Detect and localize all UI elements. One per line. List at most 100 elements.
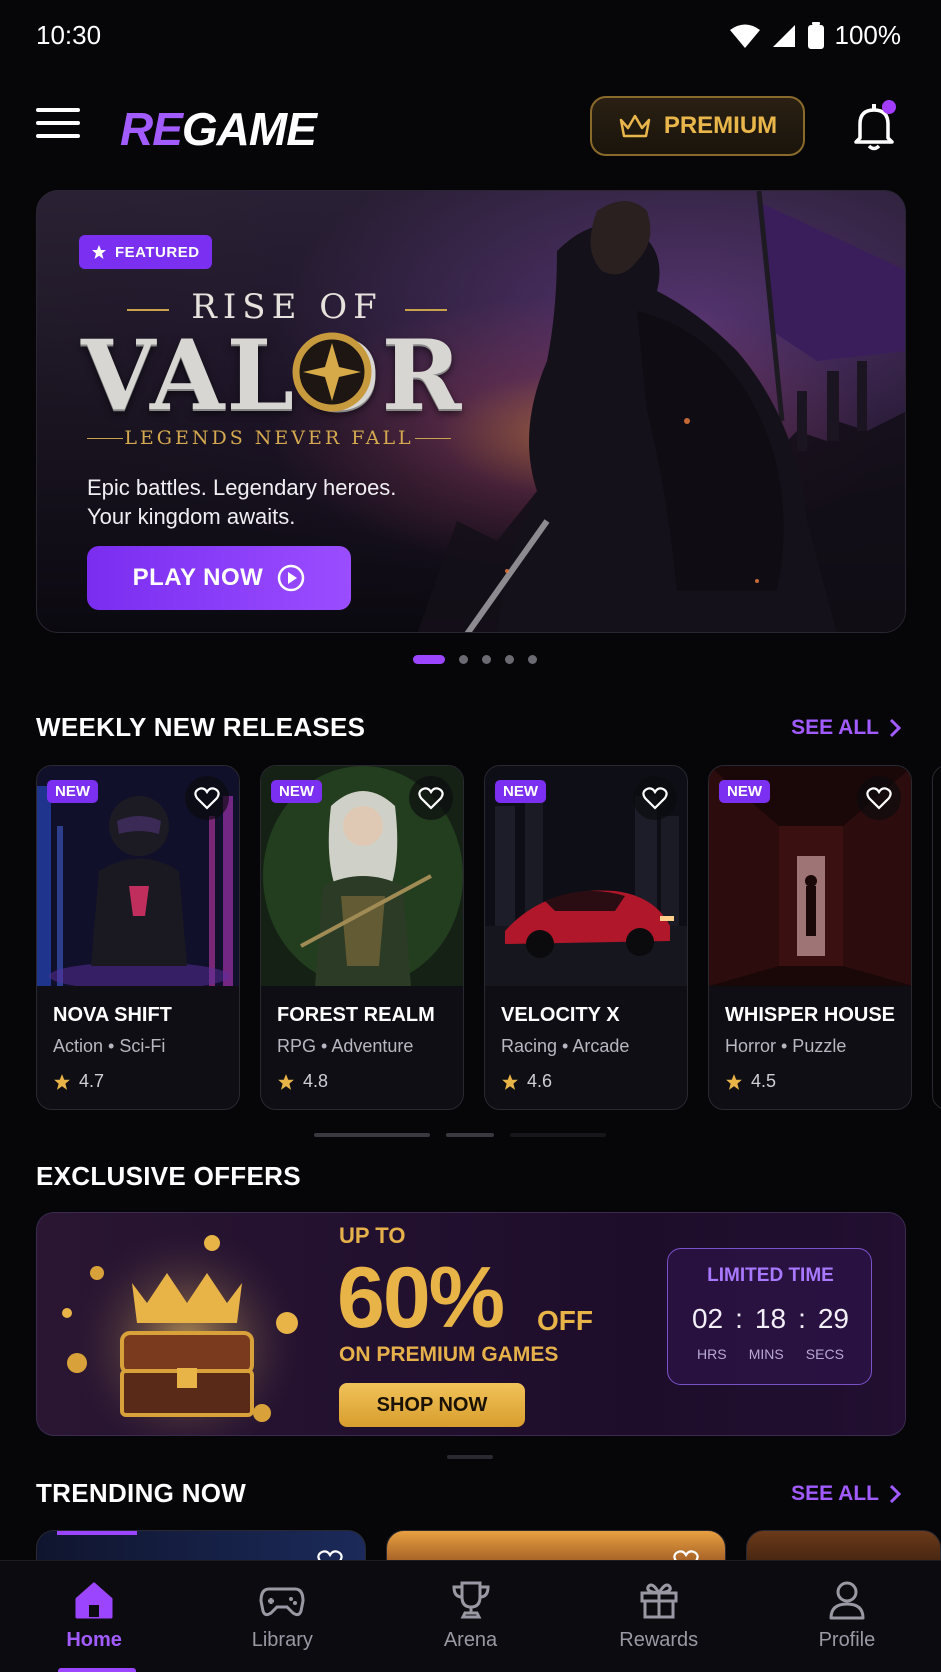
featured-badge: FEATURED	[79, 235, 212, 269]
menu-icon-line	[36, 134, 80, 138]
active-indicator	[58, 1668, 136, 1672]
nav-label: Home	[66, 1629, 122, 1651]
game-rating: 4.5	[725, 1071, 776, 1092]
hero-subtitle: LEGENDS NEVER FALL	[87, 427, 451, 449]
game-title: WHISPER HOUSE	[725, 1004, 896, 1026]
nav-rewards[interactable]: Rewards	[565, 1561, 753, 1672]
play-icon	[278, 564, 305, 592]
favorite-button[interactable]	[857, 776, 901, 820]
treasure-chest-icon	[62, 1213, 307, 1435]
wifi-icon	[729, 24, 760, 48]
star-icon	[92, 245, 106, 259]
scroll-track	[510, 1133, 606, 1137]
hero-desc-line: Epic battles. Legendary heroes.	[87, 475, 397, 500]
heart-icon	[642, 787, 668, 810]
banner-pagination	[413, 655, 537, 664]
rating-value: 4.7	[79, 1071, 105, 1091]
gamepad-icon	[259, 1587, 305, 1617]
heart-icon	[866, 787, 892, 810]
scroll-thumb	[446, 1133, 494, 1137]
notifications-button[interactable]	[852, 100, 896, 152]
star-icon	[54, 1073, 70, 1090]
menu-icon-line	[36, 108, 80, 112]
game-genre: Racing • Arcade	[501, 1036, 630, 1056]
game-genre: Action • Sci-Fi	[53, 1036, 166, 1056]
bottom-navigation: Home Library Arena Rewards Profile	[0, 1560, 941, 1672]
game-card[interactable]: NEW FOREST REALM RPG • Adventure 4.8	[260, 765, 464, 1110]
featured-banner[interactable]: FEATURED RISE OF VALOR LEGENDS NEVER FAL…	[36, 190, 906, 633]
timer-hours: 02	[691, 1303, 724, 1334]
shield-emblem-icon	[292, 332, 372, 412]
heart-icon	[194, 787, 220, 810]
weekly-releases-title: WEEKLY NEW RELEASES	[36, 712, 366, 742]
timer-unit-mins: MINS	[748, 1346, 784, 1362]
new-badge: NEW	[271, 780, 322, 803]
play-now-button[interactable]: PLAY NOW	[87, 546, 351, 610]
favorite-button[interactable]	[185, 776, 229, 820]
nav-arena[interactable]: Arena	[376, 1561, 564, 1672]
app-header: REGAME PREMIUM	[0, 90, 941, 162]
pagination-dot[interactable]	[482, 655, 491, 664]
pagination-dot-active[interactable]	[413, 655, 445, 664]
home-icon	[75, 1582, 113, 1619]
nav-label: Arena	[443, 1629, 498, 1651]
offer-description: ON PREMIUM GAMES	[339, 1343, 559, 1366]
timer-values: 02 : 18 : 29	[668, 1303, 873, 1335]
signal-icon	[772, 24, 795, 47]
gift-icon	[640, 1583, 678, 1619]
game-rating: 4.8	[277, 1071, 328, 1092]
shop-now-button[interactable]: SHOP NOW	[339, 1383, 525, 1427]
hero-desc-line: Your kingdom awaits.	[87, 504, 296, 529]
timer-separator: :	[735, 1303, 743, 1334]
game-card[interactable]: NEW VELOCITY X Racing • Arcade 4.6	[484, 765, 688, 1110]
nav-label: Rewards	[619, 1629, 699, 1651]
menu-button[interactable]	[36, 108, 80, 144]
heart-icon	[418, 787, 444, 810]
trending-rank-bar	[57, 1531, 137, 1535]
battery-icon	[807, 21, 824, 49]
timer-units: HRS MINS SECS	[668, 1346, 873, 1362]
offer-banner[interactable]: UP TO 60% OFF ON PREMIUM GAMES SHOP NOW …	[36, 1212, 906, 1436]
game-card[interactable]: NEW NOVA SHIFT Action • Sci-Fi 4.7	[36, 765, 240, 1110]
new-badge: NEW	[495, 780, 546, 803]
pagination-dot[interactable]	[459, 655, 468, 664]
featured-label: FEATURED	[115, 243, 200, 261]
pagination-dot[interactable]	[505, 655, 514, 664]
exclusive-offers-title: EXCLUSIVE OFFERS	[36, 1161, 301, 1191]
favorite-button[interactable]	[409, 776, 453, 820]
game-title: NOVA SHIFT	[53, 1004, 172, 1026]
nav-library[interactable]: Library	[188, 1561, 376, 1672]
user-icon	[829, 1581, 865, 1620]
trending-see-all-link[interactable]: SEE ALL	[791, 1482, 901, 1506]
rating-value: 4.5	[751, 1071, 777, 1091]
app-logo: REGAME	[120, 102, 317, 156]
chevron-right-icon	[889, 718, 901, 738]
timer-label: LIMITED TIME	[707, 1265, 834, 1286]
pagination-dot[interactable]	[528, 655, 537, 664]
game-title: VELOCITY X	[501, 1004, 620, 1026]
status-bar: 10:30 100%	[0, 0, 941, 72]
weekly-see-all-link[interactable]: SEE ALL	[791, 716, 901, 740]
game-genre: RPG • Adventure	[277, 1036, 414, 1056]
play-now-label: PLAY NOW	[132, 564, 264, 591]
nav-home[interactable]: Home	[0, 1561, 188, 1672]
game-genre: Horror • Puzzle	[725, 1036, 847, 1056]
offer-off: OFF	[537, 1305, 593, 1336]
weekly-releases-carousel[interactable]: NEW NOVA SHIFT Action • Sci-Fi 4.7 NEW F…	[36, 765, 941, 1110]
offer-up-to: UP TO	[339, 1223, 406, 1248]
offer-percent: 60%	[337, 1250, 505, 1346]
premium-button[interactable]: PREMIUM	[590, 96, 805, 156]
logo-re: RE	[120, 103, 183, 155]
favorite-button[interactable]	[633, 776, 677, 820]
nav-label: Library	[251, 1629, 313, 1651]
game-card[interactable]: NEW WHISPER HOUSE Horror • Puzzle 4.5	[708, 765, 912, 1110]
premium-label: PREMIUM	[663, 112, 778, 139]
game-title: FOREST REALM	[277, 1004, 435, 1026]
trophy-icon	[451, 1581, 490, 1619]
crown-icon	[619, 114, 651, 138]
game-card-partial[interactable]	[932, 765, 941, 1110]
game-rating: 4.7	[53, 1071, 104, 1092]
nav-label: Profile	[818, 1629, 876, 1651]
timer-separator: :	[798, 1303, 806, 1334]
nav-profile[interactable]: Profile	[753, 1561, 941, 1672]
